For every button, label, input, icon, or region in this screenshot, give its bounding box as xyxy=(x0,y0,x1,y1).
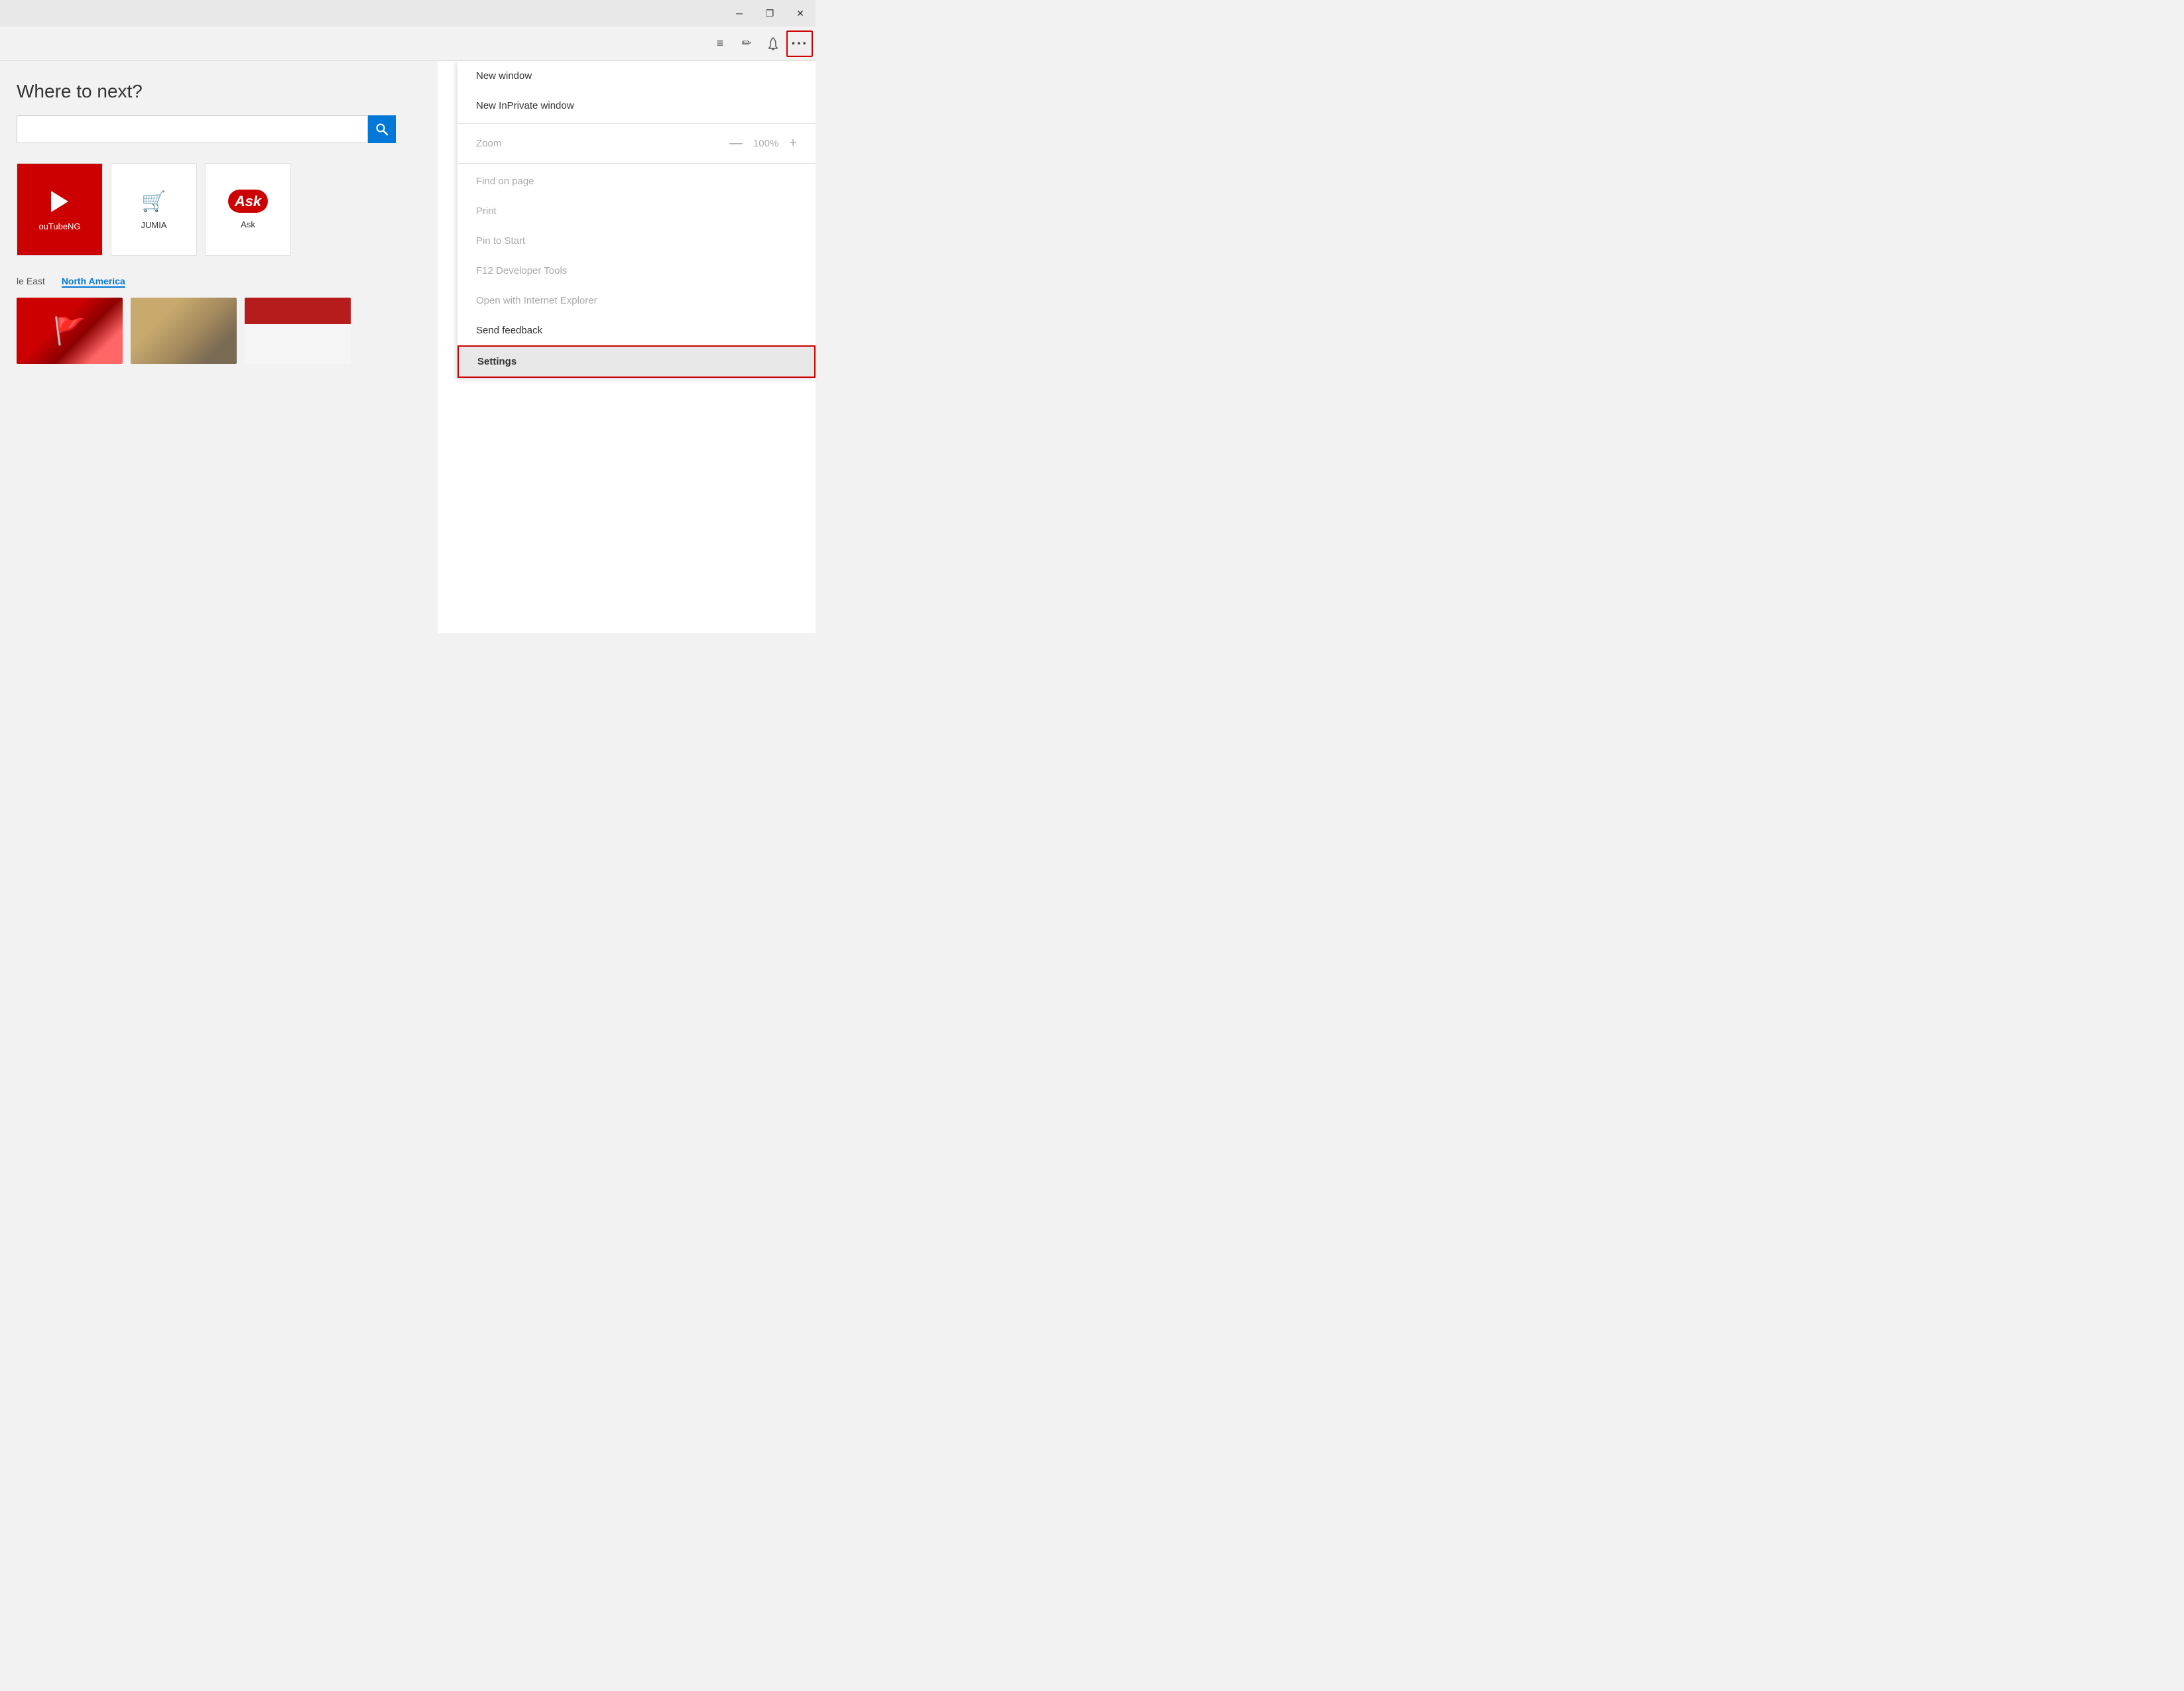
separator-2 xyxy=(457,163,816,164)
toolbar: ≡ ✏ ··· xyxy=(0,27,816,61)
news-tab-middle-east[interactable]: le East xyxy=(17,276,45,288)
new-window-label: New window xyxy=(476,70,532,82)
hamburger-button[interactable]: ≡ xyxy=(707,30,733,57)
zoom-value: 100% xyxy=(753,138,778,149)
zoom-control: — 100% + xyxy=(729,136,797,151)
page-title: Where to next? xyxy=(17,81,421,102)
jumia-label: JUMIA xyxy=(141,220,167,230)
open-ie-item: Open with Internet Explorer xyxy=(457,286,816,316)
f12-dev-tools-item: F12 Developer Tools xyxy=(457,256,816,286)
ask-label: Ask xyxy=(241,219,255,229)
title-bar: ─ ❐ ✕ xyxy=(0,0,816,27)
search-bar xyxy=(17,115,421,143)
news-image-2[interactable] xyxy=(131,298,237,364)
page-background: Where to next? ouTubeNG xyxy=(0,61,438,633)
news-img-flags: 🚩 xyxy=(17,298,123,364)
edit-button[interactable]: ✏ xyxy=(733,30,760,57)
new-inprivate-label: New InPrivate window xyxy=(476,100,574,111)
jumia-tile[interactable]: 🛒 JUMIA xyxy=(111,163,197,256)
news-tabs: le East North America xyxy=(17,276,421,288)
new-window-item[interactable]: New window xyxy=(457,61,816,91)
settings-label: Settings xyxy=(477,356,516,367)
search-button[interactable] xyxy=(368,115,396,143)
zoom-plus-button[interactable]: + xyxy=(789,136,797,151)
youtube-icon xyxy=(43,188,76,215)
new-inprivate-item[interactable]: New InPrivate window xyxy=(457,91,816,121)
close-button[interactable]: ✕ xyxy=(785,0,816,27)
youtube-tile[interactable]: ouTubeNG xyxy=(17,163,103,256)
print-item: Print xyxy=(457,196,816,226)
main-content: Where to next? ouTubeNG xyxy=(0,61,816,633)
news-image-3[interactable] xyxy=(245,298,351,364)
news-tab-north-america[interactable]: North America xyxy=(62,276,125,288)
news-image-1[interactable]: 🚩 xyxy=(17,298,123,364)
cart-icon: 🛒 xyxy=(141,191,166,213)
f12-dev-tools-label: F12 Developer Tools xyxy=(476,265,567,276)
title-bar-controls: ─ ❐ ✕ xyxy=(724,0,816,27)
quick-links: ouTubeNG 🛒 JUMIA Ask Ask xyxy=(17,163,421,256)
notification-button[interactable] xyxy=(760,30,786,57)
find-on-page-item: Find on page xyxy=(457,166,816,196)
open-ie-label: Open with Internet Explorer xyxy=(476,295,597,306)
ask-icon: Ask xyxy=(228,190,268,213)
youtube-label: ouTubeNG xyxy=(38,221,80,231)
pin-to-start-item: Pin to Start xyxy=(457,226,816,256)
find-on-page-label: Find on page xyxy=(476,176,534,187)
news-images: 🚩 xyxy=(17,298,421,364)
zoom-label: Zoom xyxy=(476,138,501,149)
zoom-item[interactable]: Zoom — 100% + xyxy=(457,127,816,160)
print-label: Print xyxy=(476,205,497,217)
zoom-minus-button[interactable]: — xyxy=(729,136,743,151)
play-icon xyxy=(51,191,68,212)
send-feedback-item[interactable]: Send feedback xyxy=(457,316,816,345)
more-button[interactable]: ··· xyxy=(786,30,813,57)
pin-to-start-label: Pin to Start xyxy=(476,235,525,247)
send-feedback-label: Send feedback xyxy=(476,325,542,336)
search-input[interactable] xyxy=(17,115,368,143)
news-section: le East North America 🚩 xyxy=(17,276,421,364)
jumia-icon: 🛒 xyxy=(141,189,166,213)
separator-1 xyxy=(457,123,816,124)
minimize-button[interactable]: ─ xyxy=(724,0,755,27)
restore-button[interactable]: ❐ xyxy=(755,0,785,27)
ask-tile[interactable]: Ask Ask xyxy=(205,163,291,256)
news-img-crash xyxy=(131,298,237,364)
dropdown-menu: New window New InPrivate window Zoom — 1… xyxy=(457,61,816,378)
settings-item[interactable]: Settings xyxy=(457,345,816,378)
